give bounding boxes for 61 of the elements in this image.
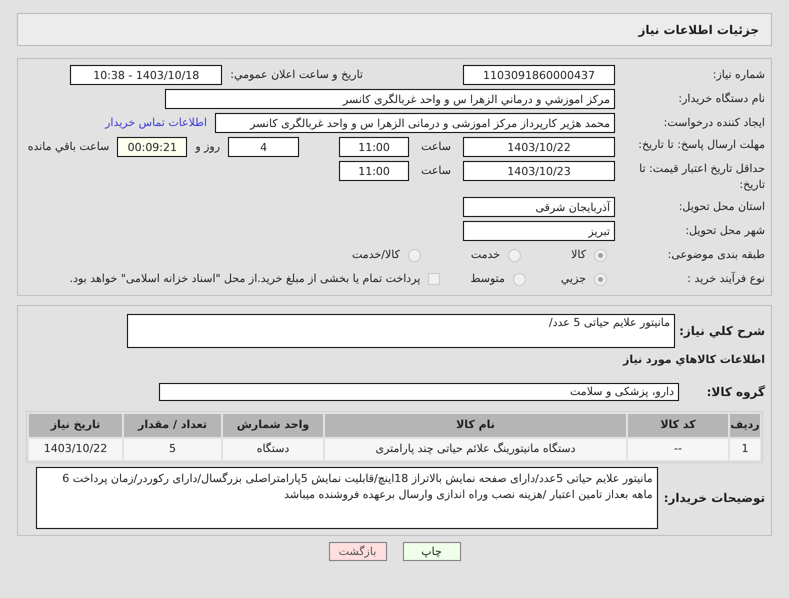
column-header: ردیف — [730, 414, 760, 436]
column-header: کد کالا — [628, 414, 728, 436]
table-cell: 5 — [124, 438, 221, 460]
page-title: جزئیات اطلاعات نیاز — [638, 22, 759, 38]
field-label: شرح کلي نیاز: — [678, 323, 765, 340]
text-field[interactable]: 11:00 — [339, 137, 410, 157]
text-field[interactable]: 1403/10/22 — [463, 137, 615, 157]
radio-label: کالا/خدمت — [352, 246, 400, 263]
column-header: واحد شمارش — [223, 414, 323, 436]
column-header: نام کالا — [325, 414, 626, 436]
field-label: توضیحات خریدار: — [662, 490, 765, 506]
text-field[interactable]: مرکز اموزشي و درماني الزهرا س و واحد غربالگری کانسر — [165, 89, 615, 109]
contact-link[interactable]: اطلاعات تماس خریدار — [105, 114, 207, 132]
radio-button[interactable] — [594, 272, 607, 286]
text-field[interactable]: 1403/10/23 — [463, 161, 615, 181]
radio-label: خدمت — [470, 246, 500, 263]
radio-button[interactable] — [508, 248, 522, 262]
radio-label: متوسط — [470, 270, 505, 287]
text-field[interactable]: 1103091860000437 — [463, 65, 615, 85]
text-area[interactable]: مانیتور علایم حیاتی 5 عدد/ — [127, 314, 675, 348]
field-label: روز و — [195, 140, 220, 153]
field-label: ساعت — [421, 140, 451, 153]
text-field[interactable]: آذربایجان شرقی — [463, 197, 615, 217]
text-field[interactable]: دارو، پزشکی و سلامت — [159, 382, 679, 400]
radio-label: جزیي — [560, 270, 586, 287]
field-label: شهر محل تحویل: — [684, 223, 765, 239]
field-label: ایجاد کننده درخواست: — [662, 115, 765, 131]
text-field[interactable]: تبریز — [463, 221, 615, 241]
field-label: طبقه بندی موضوعی: — [666, 247, 765, 263]
field-label: ساعت — [421, 164, 451, 177]
text-area[interactable]: مانیتور علایم حیاتی 5عدد/دارای صفحه نمایش بالاتراز 18اینچ/قابلیت نمایش 5پارامتراصلی بزرگسال/دارای رکوردر/زمان پرداخت 6 ماهه بعداز تامین اعتبار /هزینه نصب وراه اندازی وارسال برعهده فروشنده میباشد — [36, 466, 658, 528]
field-label: تاریخ و ساعت اعلان عمومي: — [230, 68, 363, 81]
text-field[interactable]: محمد هژیر کارپرداز مرکز اموزشی و درمانی الزهرا س و واحد غربالگری کانسر — [215, 113, 615, 133]
table-cell: دستگاه — [223, 438, 323, 460]
table-cell: -- — [628, 438, 728, 460]
field-label: نام دستگاه خریدار: — [677, 91, 765, 107]
field-label: شماره نیاز: — [712, 67, 765, 83]
text-field[interactable]: 4 — [228, 137, 300, 157]
checkbox[interactable] — [428, 273, 440, 285]
radio-label: کالا — [571, 246, 586, 263]
column-header: تاریخ نیاز — [29, 414, 122, 436]
field-label: استان محل تحویل: — [678, 199, 765, 215]
field-label: مهلت ارسال پاسخ: تا تاریخ: — [637, 137, 765, 153]
radio-button[interactable] — [594, 248, 607, 262]
field-label: گروه کالا: — [706, 384, 765, 400]
back-button[interactable]: بازگشت — [328, 542, 386, 560]
text-field[interactable]: 11:00 — [339, 161, 410, 181]
radio-button[interactable] — [512, 272, 526, 286]
column-header: تعداد / مقدار — [124, 414, 221, 436]
field-label: ساعت باقي مانده — [28, 140, 110, 153]
table-cell: دستگاه مانیتورینگ علائم حیاتی چند پارامتری — [325, 438, 626, 460]
field-label: حداقل تاریخ اعتبار قیمت: تا تاریخ: — [638, 161, 765, 193]
field-label: نوع فرآیند خرید : — [686, 271, 765, 287]
table-cell: 1 — [730, 438, 760, 460]
print-button[interactable]: چاپ — [402, 542, 460, 560]
countdown-field[interactable]: 00:09:21 — [117, 137, 188, 157]
payment-note: پرداخت تمام یا بخشی از مبلغ خرید.از محل "اسناد خزانه اسلامی" خواهد بود. — [70, 270, 420, 287]
section-heading: اطلاعات کالاهاي مورد نیاز — [622, 352, 765, 368]
table-cell: 1403/10/22 — [29, 438, 122, 460]
text-field[interactable]: 1403/10/18 - 10:38 — [70, 65, 222, 85]
radio-button[interactable] — [408, 248, 421, 262]
